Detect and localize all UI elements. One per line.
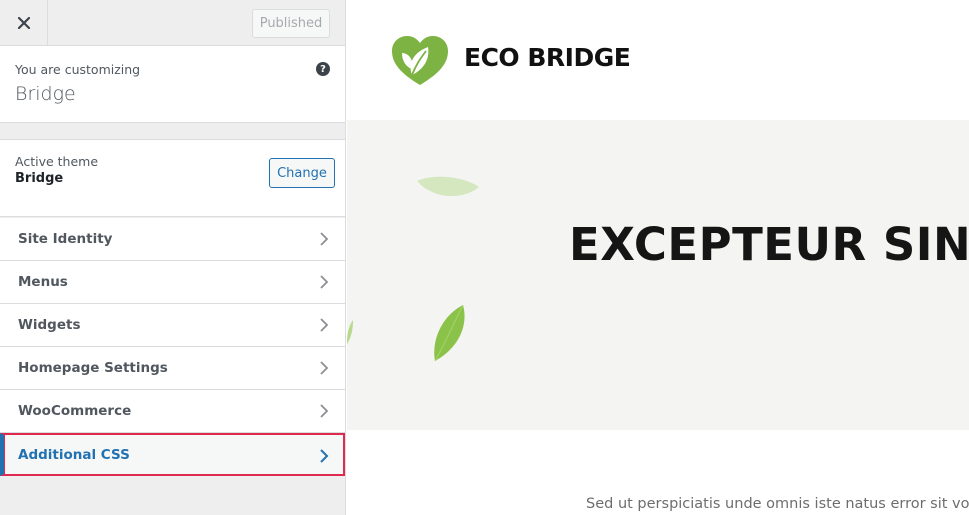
site-logo-text[interactable]: ECO BRIDGE: [464, 43, 631, 72]
chevron-right-icon: [320, 404, 329, 418]
menu-item-menus[interactable]: Menus: [0, 261, 345, 304]
hero-title: EXCEPTEUR SINT: [569, 218, 969, 271]
menu-item-additional-css[interactable]: Additional CSS: [0, 433, 345, 476]
menu-item-label: Homepage Settings: [18, 360, 168, 376]
active-theme-label: Active theme: [15, 154, 99, 169]
chevron-right-icon: [320, 275, 329, 289]
hero-section: EXCEPTEUR SINT: [347, 120, 969, 430]
menu-item-label: WooCommerce: [18, 403, 132, 419]
menu-item-label: Menus: [18, 274, 68, 290]
menu-item-label: Site Identity: [18, 231, 113, 247]
chevron-right-icon: [320, 318, 329, 332]
help-icon[interactable]: ?: [316, 62, 330, 76]
menu-item-label: Widgets: [18, 317, 81, 333]
customizer-sidebar: Published You are customizing Bridge ? A…: [0, 0, 346, 515]
menu-item-homepage-settings[interactable]: Homepage Settings: [0, 347, 345, 390]
active-theme-name: Bridge: [15, 171, 64, 186]
close-icon: [17, 16, 30, 29]
published-button[interactable]: Published: [252, 9, 330, 38]
chevron-right-icon: [320, 361, 329, 375]
leaf-icon: [434, 304, 465, 362]
menu-item-site-identity[interactable]: Site Identity: [0, 218, 345, 261]
change-theme-button[interactable]: Change: [269, 158, 335, 188]
site-preview[interactable]: ECO BRIDGE EXCEPTEUR SINT Sed ut perspic…: [347, 0, 969, 515]
menu-item-widgets[interactable]: Widgets: [0, 304, 345, 347]
heart-leaf-logo-icon[interactable]: [390, 35, 450, 87]
chevron-right-icon: [320, 232, 329, 246]
site-header: ECO BRIDGE: [347, 0, 969, 120]
leaf-icon: [417, 176, 479, 197]
menu-item-woocommerce[interactable]: WooCommerce: [0, 390, 345, 433]
chevron-right-icon: [320, 449, 329, 463]
active-theme-section: Active theme Bridge Change: [0, 139, 345, 217]
close-customizer-button[interactable]: [0, 0, 48, 45]
leaf-icon: [347, 320, 353, 344]
customizer-menu: Site Identity Menus Widgets Homepage Set…: [0, 218, 345, 476]
customizer-header: Published: [0, 0, 345, 46]
body-paragraph: Sed ut perspiciatis unde omnis iste natu…: [586, 496, 969, 512]
customizing-label: You are customizing: [15, 62, 141, 77]
customize-info: You are customizing Bridge ?: [0, 46, 345, 123]
menu-item-label: Additional CSS: [18, 446, 130, 463]
site-title: Bridge: [15, 83, 76, 105]
